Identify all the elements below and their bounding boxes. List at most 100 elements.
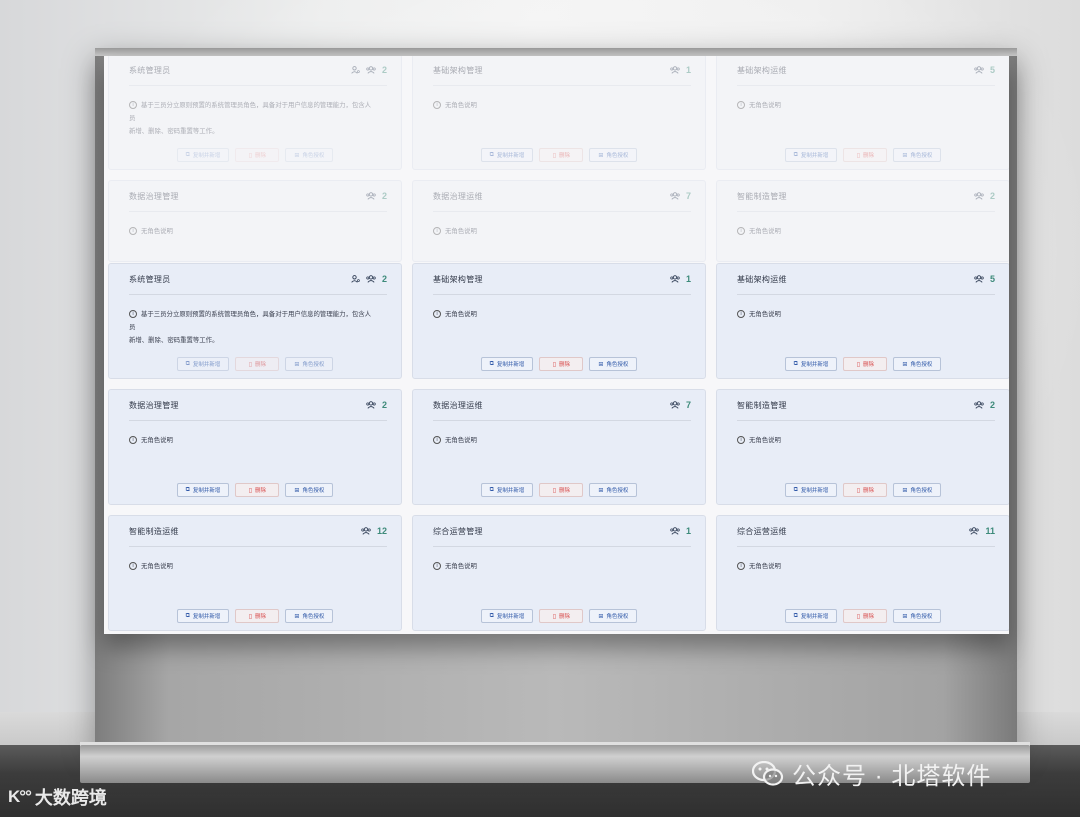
role-card-title: 综合运营运维 (737, 526, 787, 536)
role-card-description: i 无角色说明 (433, 99, 681, 112)
copy-and-add-button[interactable]: ⧉ 复制并新增 (784, 148, 838, 162)
copy-and-add-button[interactable]: ⧉ 复制并新增 (176, 357, 230, 371)
delete-button-label: 删除 (559, 614, 571, 620)
delete-button[interactable]: ▯ 删除 (843, 483, 888, 497)
team-icon (974, 401, 984, 409)
copy-and-add-button-label: 复制并新增 (800, 362, 829, 368)
copy-and-add-button-label: 复制并新增 (496, 614, 525, 620)
copy-and-add-button[interactable]: ⧉ 复制并新增 (784, 483, 838, 497)
delete-button[interactable]: ▯ 删除 (843, 148, 888, 162)
role-card-description: i 无角色说明 (433, 434, 681, 447)
info-icon: i (737, 562, 745, 571)
role-card-header: 综合运营运维 11 (737, 516, 995, 547)
copy-and-add-button[interactable]: ⧉ 复制并新增 (176, 483, 230, 497)
role-card: 基础架构管理 1 i 无角色说明 ⧉ 复制并新增 ▯ 删除 ⊞ 角色授权 (412, 263, 706, 379)
member-count[interactable]: 11 (985, 526, 995, 536)
role-authorize-button[interactable]: ⊞ 角色授权 (893, 357, 942, 371)
delete-button[interactable]: ▯ 删除 (235, 483, 280, 497)
delete-button[interactable]: ▯ 删除 (843, 357, 888, 371)
role-card-description-text: 无角色说明 (749, 311, 781, 318)
info-icon: i (433, 436, 441, 445)
copy-and-add-button[interactable]: ⧉ 复制并新增 (784, 357, 838, 371)
role-card-title: 基础架构运维 (737, 274, 787, 284)
copy-and-add-button[interactable]: ⧉ 复制并新增 (176, 609, 230, 623)
role-authorize-button-label: 角色授权 (302, 488, 325, 494)
role-card-grid: 系统管理员 2 i 基于三员分立原则预置的系统管理员角色，具备对于用户信息的管理能力，… (108, 263, 1009, 631)
member-count[interactable]: 2 (990, 191, 995, 201)
copy-and-add-button[interactable]: ⧉ 复制并新增 (784, 609, 838, 623)
delete-button[interactable]: ▯ 删除 (235, 609, 280, 623)
copy-and-add-button[interactable]: ⧉ 复制并新增 (480, 609, 534, 623)
delete-button-label: 删除 (863, 488, 875, 494)
role-card-title: 基础架构管理 (433, 274, 483, 284)
display-stand-top (95, 48, 1017, 56)
delete-button-label: 删除 (255, 153, 267, 159)
role-card-description: i 基于三员分立原则预置的系统管理员角色，具备对于用户信息的管理能力，包含人员 新增… (129, 308, 377, 347)
role-authorize-button[interactable]: ⊞ 角色授权 (285, 148, 334, 162)
role-card: 综合运营运维 11 i 无角色说明 ⧉ 复制并新增 ▯ 删除 ⊞ 角色授权 (716, 515, 1009, 631)
member-count[interactable]: 5 (990, 274, 995, 284)
role-authorize-button[interactable]: ⊞ 角色授权 (893, 483, 942, 497)
delete-button[interactable]: ▯ 删除 (235, 148, 280, 162)
team-icon (670, 66, 680, 74)
role-card-title: 数据治理管理 (129, 191, 179, 201)
role-authorize-button[interactable]: ⊞ 角色授权 (589, 609, 638, 623)
authorize-icon: ⊞ (598, 613, 604, 620)
member-count[interactable]: 2 (382, 274, 387, 284)
authorize-icon: ⊞ (902, 361, 908, 368)
role-authorize-button[interactable]: ⊞ 角色授权 (285, 357, 334, 371)
role-card-actions: ⧉ 复制并新增 ▯ 删除 ⊞ 角色授权 (413, 609, 705, 623)
role-card-reflection: 数据治理管理 2 i 无角色说明 (108, 180, 402, 262)
role-card-description-text: 无角色说明 (749, 563, 781, 570)
copy-and-add-button[interactable]: ⧉ 复制并新增 (480, 148, 534, 162)
role-authorize-button[interactable]: ⊞ 角色授权 (893, 609, 942, 623)
member-count[interactable]: 2 (990, 400, 995, 410)
role-authorize-button-label: 角色授权 (302, 614, 325, 620)
copy-and-add-button-label: 复制并新增 (800, 153, 829, 159)
team-icon (670, 401, 680, 409)
role-card-actions: ⧉ 复制并新增 ▯ 删除 ⊞ 角色授权 (109, 148, 401, 162)
member-count[interactable]: 7 (686, 400, 691, 410)
copy-icon: ⧉ (185, 151, 190, 158)
delete-button[interactable]: ▯ 删除 (539, 357, 584, 371)
member-count[interactable]: 12 (377, 526, 387, 536)
copy-and-add-button[interactable]: ⧉ 复制并新增 (480, 357, 534, 371)
role-card-description: i 无角色说明 (129, 225, 377, 238)
member-count[interactable]: 2 (382, 400, 387, 410)
copy-and-add-button[interactable]: ⧉ 复制并新增 (480, 483, 534, 497)
authorize-icon: ⊞ (294, 361, 300, 368)
member-count[interactable]: 7 (686, 191, 691, 201)
delete-button[interactable]: ▯ 删除 (539, 609, 584, 623)
info-icon: i (737, 310, 745, 319)
delete-button[interactable]: ▯ 删除 (235, 357, 280, 371)
role-authorize-button[interactable]: ⊞ 角色授权 (285, 483, 334, 497)
delete-button[interactable]: ▯ 删除 (843, 609, 888, 623)
delete-button[interactable]: ▯ 删除 (539, 483, 584, 497)
role-authorize-button[interactable]: ⊞ 角色授权 (589, 483, 638, 497)
trash-icon: ▯ (248, 361, 253, 368)
member-count[interactable]: 2 (382, 65, 387, 75)
role-authorize-button-label: 角色授权 (606, 614, 629, 620)
role-card-description-text: 无角色说明 (445, 228, 477, 235)
user-settings-icon[interactable] (351, 66, 360, 74)
member-count[interactable]: 1 (686, 274, 691, 284)
role-card-meta: 5 (974, 65, 995, 75)
copy-icon: ⧉ (489, 612, 494, 619)
role-authorize-button[interactable]: ⊞ 角色授权 (893, 148, 942, 162)
user-settings-icon[interactable] (351, 275, 360, 283)
member-count[interactable]: 5 (990, 65, 995, 75)
role-authorize-button[interactable]: ⊞ 角色授权 (285, 609, 334, 623)
copy-and-add-button[interactable]: ⧉ 复制并新增 (176, 148, 230, 162)
role-authorize-button-label: 角色授权 (910, 488, 933, 494)
member-count[interactable]: 1 (686, 65, 691, 75)
member-count[interactable]: 1 (686, 526, 691, 536)
role-authorize-button[interactable]: ⊞ 角色授权 (589, 148, 638, 162)
delete-button[interactable]: ▯ 删除 (539, 148, 584, 162)
team-icon (361, 527, 371, 535)
copy-icon: ⧉ (185, 612, 190, 619)
role-authorize-button[interactable]: ⊞ 角色授权 (589, 357, 638, 371)
role-card-description: i 无角色说明 (737, 560, 985, 573)
member-count[interactable]: 2 (382, 191, 387, 201)
info-icon: i (129, 310, 137, 319)
role-card-meta: 2 (366, 400, 387, 410)
